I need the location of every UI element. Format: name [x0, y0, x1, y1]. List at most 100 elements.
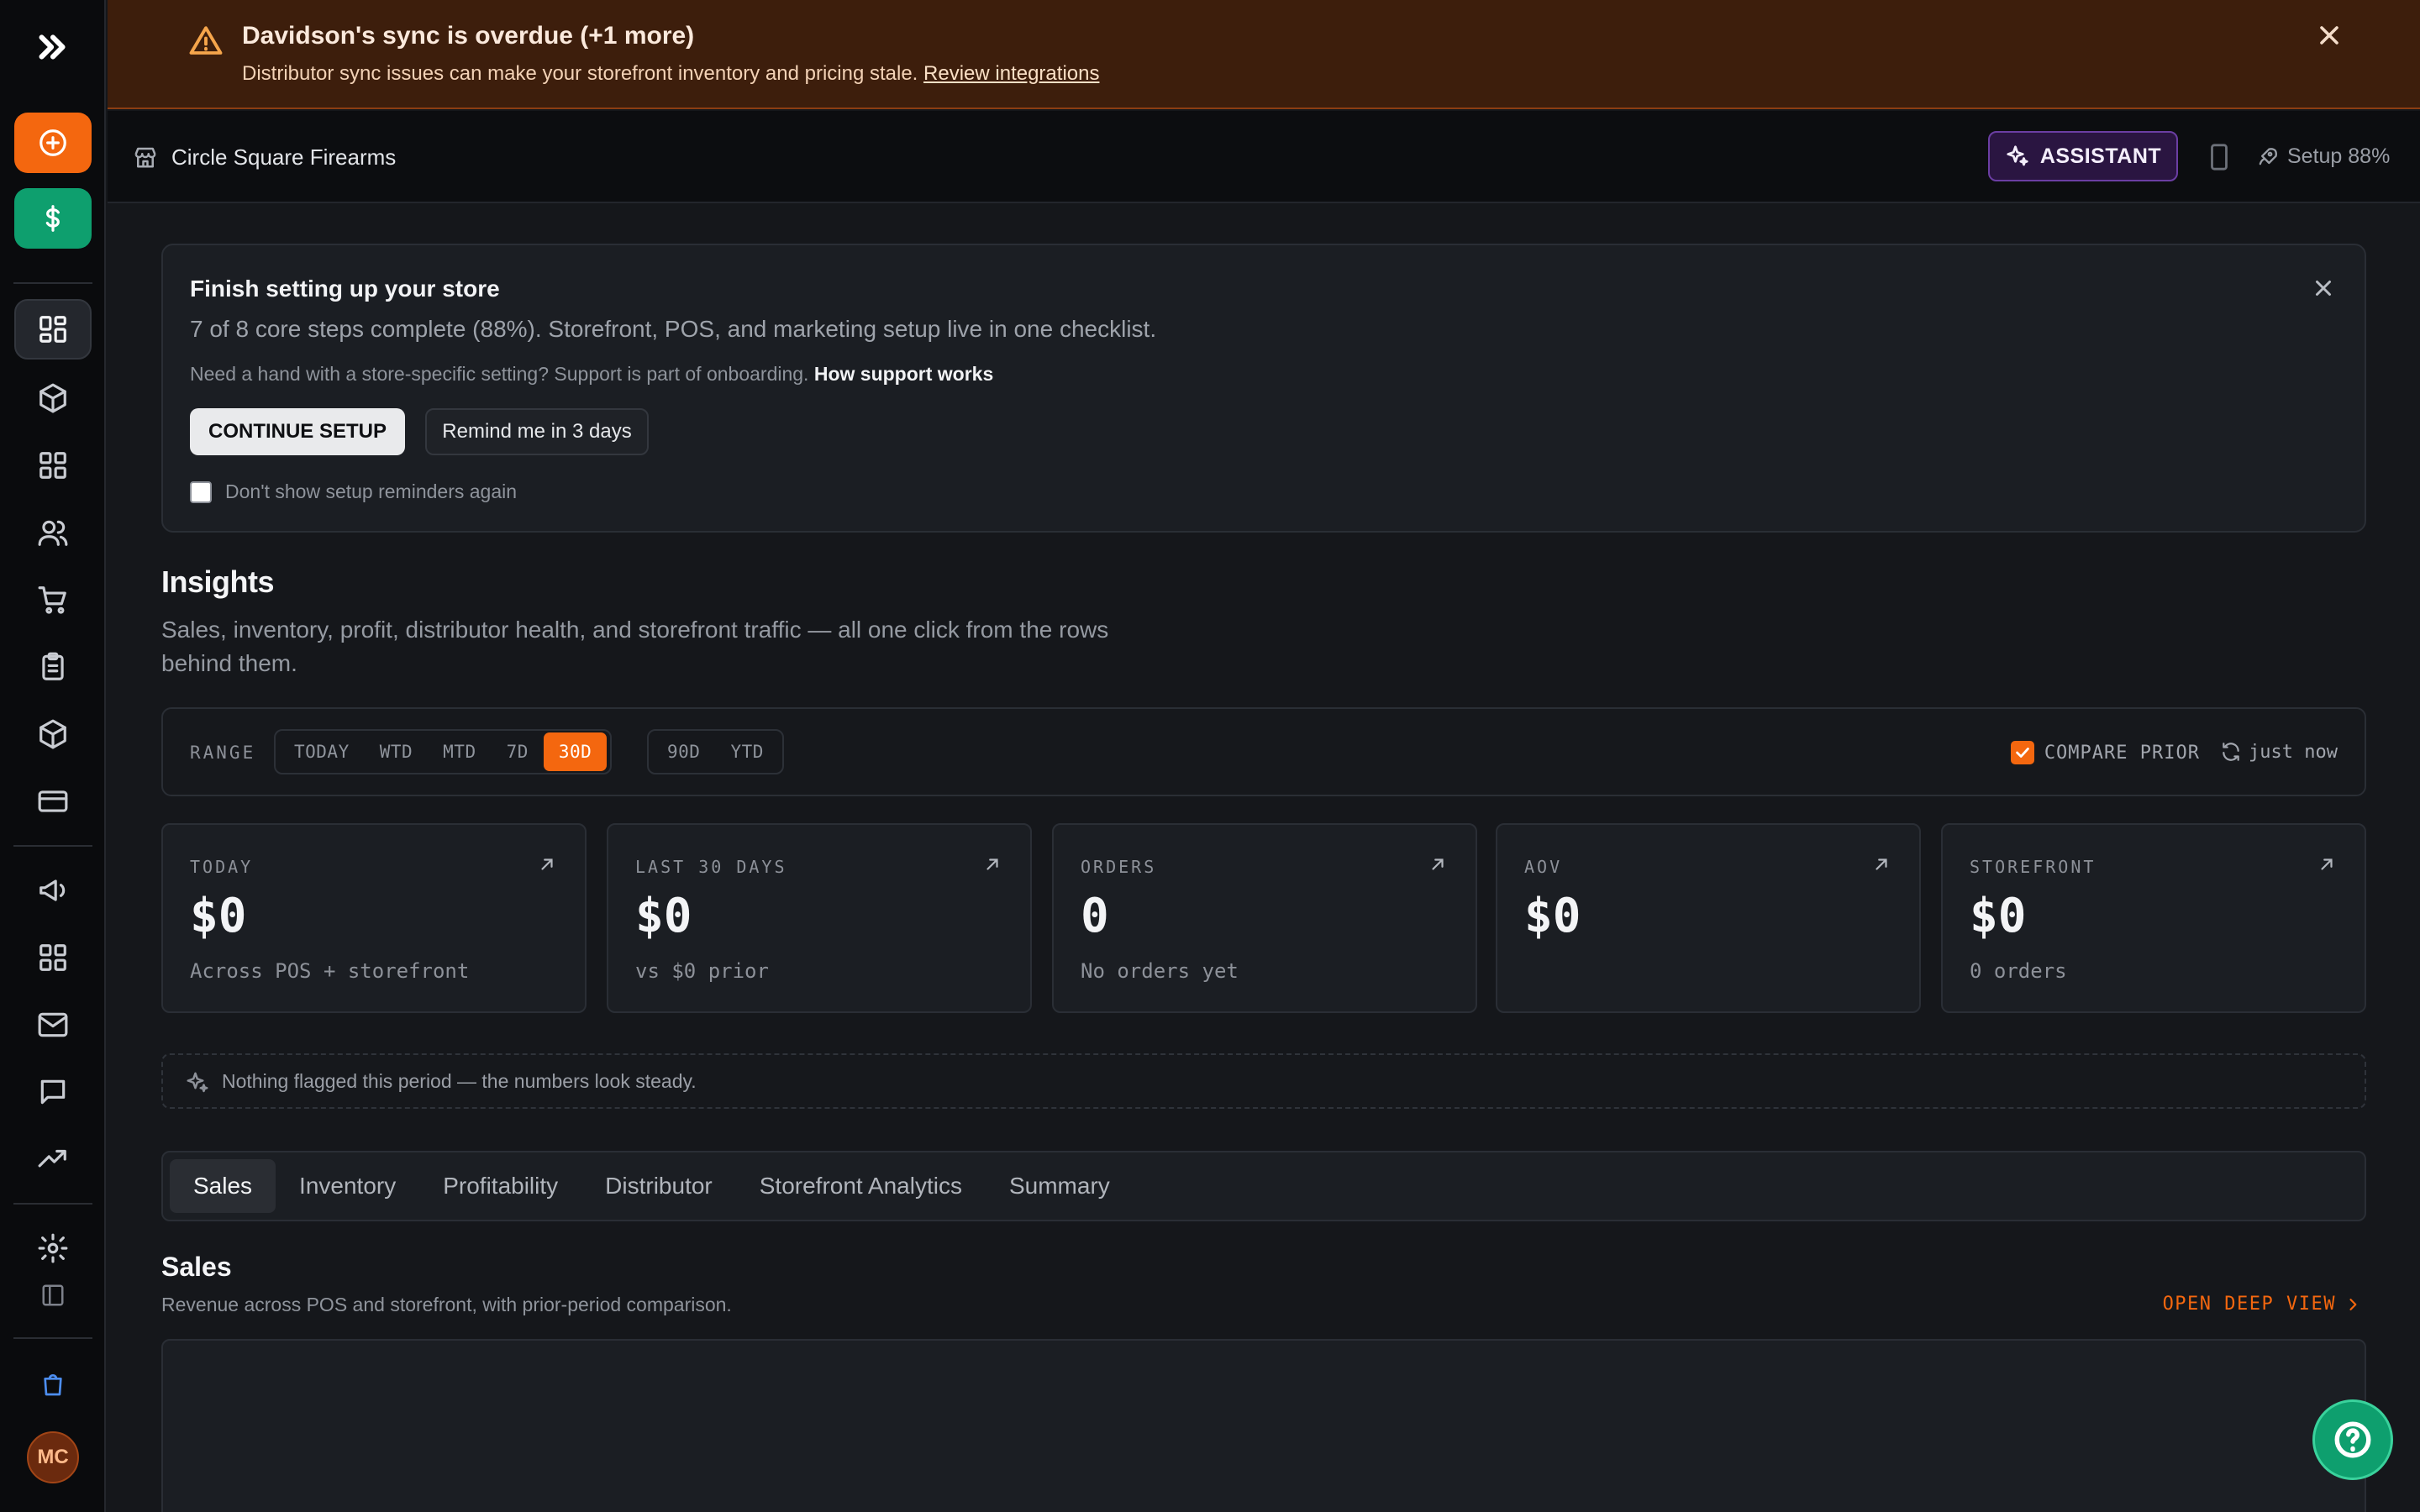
anomaly-flag-text: Nothing flagged this period — the number…: [222, 1070, 697, 1092]
kpi-card-aov[interactable]: AOV $0: [1496, 823, 1921, 1013]
close-icon: [2316, 281, 2331, 296]
tab-summary[interactable]: Summary: [986, 1159, 1134, 1213]
refresh-icon: [2223, 743, 2239, 761]
package-icon: [39, 719, 66, 749]
open-deep-view-label: OPEN DEEP VIEW: [2162, 1294, 2336, 1315]
sidebar-item-inventory[interactable]: [14, 704, 92, 764]
range-option-30d[interactable]: 30D: [543, 732, 608, 771]
users-icon: [38, 520, 68, 546]
sidebar-item-payments[interactable]: [14, 771, 92, 832]
box-icon: [39, 383, 66, 413]
credit-card-icon: [38, 790, 68, 812]
sidebar-new-button[interactable]: [14, 113, 92, 173]
tab-storefront-analytics[interactable]: Storefront Analytics: [736, 1159, 986, 1213]
range-option-7d[interactable]: 7D: [492, 732, 544, 771]
banner-message-text: Distributor sync issues can make your st…: [242, 62, 918, 85]
sidebar-item-customers[interactable]: [14, 502, 92, 563]
remind-later-button[interactable]: Remind me in 3 days: [425, 408, 649, 455]
sidebar-item-products[interactable]: [14, 368, 92, 428]
sidebar-collapse-toggle[interactable]: [14, 1265, 92, 1326]
range-option-ytd[interactable]: YTD: [715, 732, 778, 771]
kpi-value: $0: [1524, 889, 1581, 943]
kpi-card-storefront[interactable]: STOREFRONT $0 0 orders: [1941, 823, 2366, 1013]
setup-progress[interactable]: Setup 88%: [2255, 144, 2390, 169]
tab-sales[interactable]: Sales: [170, 1159, 276, 1213]
anomaly-flag-strip: Nothing flagged this period — the number…: [161, 1053, 2366, 1109]
sidebar: MC: [0, 0, 106, 1512]
range-option-wtd[interactable]: WTD: [365, 732, 428, 771]
plus-circle-icon: [39, 129, 66, 156]
kpi-note: 0 orders: [1970, 959, 2067, 983]
arrow-up-right-icon[interactable]: [2317, 855, 2336, 874]
store-name[interactable]: Circle Square Firearms: [171, 144, 396, 171]
kpi-note: Across POS + storefront: [190, 959, 470, 983]
how-support-works-link[interactable]: How support works: [814, 363, 993, 385]
tab-inventory[interactable]: Inventory: [276, 1159, 419, 1213]
arrow-up-right-icon[interactable]: [1872, 855, 1891, 874]
kpi-card-last-30-days[interactable]: LAST 30 DAYS $0 vs $0 prior: [607, 823, 1032, 1013]
gear-icon: [38, 1233, 68, 1263]
setup-card-title: Finish setting up your store: [190, 276, 500, 302]
banner-close-button[interactable]: [2314, 20, 2344, 50]
mail-icon: [38, 1012, 68, 1037]
kpi-value: $0: [1970, 889, 2027, 943]
sidebar-item-orders[interactable]: [14, 570, 92, 630]
arrow-up-right-icon[interactable]: [983, 855, 1002, 874]
sidebar-item-storefront[interactable]: [14, 1354, 92, 1415]
arrow-up-right-icon[interactable]: [538, 855, 556, 874]
sync-alert-banner: Davidson's sync is overdue (+1 more) Dis…: [108, 0, 2420, 109]
warning-triangle-icon: [188, 24, 224, 59]
kpi-label: TODAY: [190, 857, 254, 877]
sidebar-divider: [13, 282, 92, 284]
sidebar-item-email[interactable]: [14, 995, 92, 1055]
kpi-card-orders[interactable]: ORDERS 0 No orders yet: [1052, 823, 1477, 1013]
dollar-icon: [45, 205, 60, 232]
sparkle-icon: [2007, 145, 2028, 166]
logo-chevrons-icon[interactable]: [14, 17, 92, 77]
sidebar-item-purchase-orders[interactable]: [14, 637, 92, 697]
check-icon: [2016, 748, 2029, 758]
sparkle-icon: [187, 1072, 208, 1093]
mobile-preview-icon[interactable]: [2207, 143, 2232, 171]
dont-show-reminders-row: Don't show setup reminders again: [190, 480, 517, 503]
sidebar-item-apps[interactable]: [14, 927, 92, 988]
sidebar-item-marketing[interactable]: [14, 860, 92, 921]
kpi-label: AOV: [1524, 857, 1563, 877]
arrow-up-right-icon[interactable]: [1428, 855, 1447, 874]
range-label: RANGE: [190, 743, 256, 763]
range-option-90d[interactable]: 90D: [652, 732, 715, 771]
sidebar-pos-button[interactable]: [14, 188, 92, 249]
shopping-bag-icon: [44, 1374, 62, 1396]
sidebar-divider: [13, 845, 92, 847]
review-integrations-link[interactable]: Review integrations: [923, 62, 1099, 85]
dont-show-reminders-label[interactable]: Don't show setup reminders again: [225, 480, 517, 503]
store-icon: [133, 144, 158, 170]
sidebar-item-catalog[interactable]: [14, 435, 92, 496]
last-refreshed-label: just now: [2249, 741, 2338, 763]
compare-prior-checkbox[interactable]: [2010, 741, 2034, 764]
range-group-primary: TODAY WTD MTD 7D 30D: [274, 729, 613, 774]
kpi-value: $0: [635, 889, 692, 943]
kpi-label: ORDERS: [1081, 857, 1157, 877]
compare-prior-toggle[interactable]: COMPARE PRIOR: [2010, 741, 2200, 764]
continue-setup-button[interactable]: CONTINUE SETUP: [190, 408, 405, 455]
cart-icon: [38, 586, 66, 614]
kpi-card-today[interactable]: TODAY $0 Across POS + storefront: [161, 823, 587, 1013]
tab-distributor[interactable]: Distributor: [581, 1159, 736, 1213]
help-button[interactable]: [2312, 1399, 2393, 1480]
open-deep-view-link[interactable]: OPEN DEEP VIEW: [2163, 1294, 2361, 1315]
setup-checklist-card: Finish setting up your store 7 of 8 core…: [161, 244, 2366, 533]
dont-show-reminders-checkbox[interactable]: [190, 480, 212, 503]
sidebar-item-analytics[interactable]: [14, 1129, 92, 1189]
user-avatar[interactable]: MC: [27, 1431, 79, 1483]
assistant-button[interactable]: ASSISTANT: [1988, 131, 2178, 181]
sidebar-item-messages[interactable]: [14, 1062, 92, 1122]
kpi-note: No orders yet: [1081, 959, 1239, 983]
range-option-mtd[interactable]: MTD: [428, 732, 491, 771]
chevron-right-icon: [2349, 1298, 2357, 1310]
setup-card-close-button[interactable]: [2311, 276, 2336, 301]
range-option-today[interactable]: TODAY: [279, 732, 365, 771]
refresh-button[interactable]: just now: [2220, 741, 2338, 763]
sidebar-item-dashboard[interactable]: [14, 299, 92, 360]
tab-profitability[interactable]: Profitability: [419, 1159, 581, 1213]
